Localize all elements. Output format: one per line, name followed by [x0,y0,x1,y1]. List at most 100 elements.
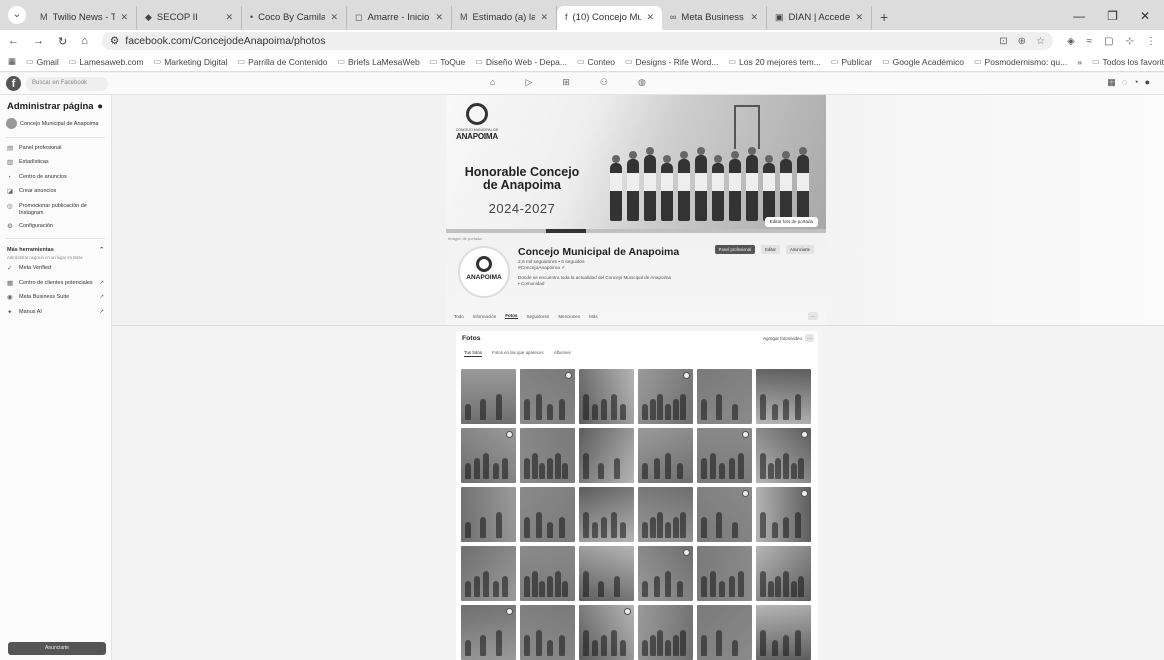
bookmark-item[interactable]: ▭ Parrilla de Contenido [238,57,328,67]
browser-menu-icon[interactable]: ⋮ [1146,36,1156,47]
notifications-icon[interactable]: ◔ [1133,77,1138,88]
home-icon[interactable]: ⌂ [81,35,88,47]
add-photos-link[interactable]: Agregar fotos/video [763,336,802,341]
bookmark-item[interactable]: ▭ Google Académico [882,57,964,67]
photo-thumbnail[interactable] [756,605,811,660]
forward-icon[interactable]: → [33,35,44,47]
tab-5[interactable]: Más [589,314,598,319]
photo-thumbnail[interactable] [461,487,516,542]
photo-thumbnail[interactable] [756,428,811,483]
bookmark-item[interactable]: ▭ Los 20 mejores tem... [728,57,820,67]
bookmark-star-icon[interactable]: ☆ [1036,36,1045,47]
browser-tab[interactable]: f (10) Concejo Municipal de ✕ [557,6,662,30]
bookmark-item[interactable]: ▭ Conteo [577,57,615,67]
bookmark-item[interactable]: ▭ Diseño Web - Depa... [475,57,567,67]
side-panel-icon[interactable]: ▢ [1104,36,1113,47]
bookmark-item[interactable]: ▭ Posmodernismo: qu... [974,57,1067,67]
bookmark-item[interactable]: ▭ Lamesaweb.com [69,57,144,67]
tab-4[interactable]: Menciones [558,314,580,319]
url-field[interactable]: ⚙ facebook.com/ConcejodeAnapoima/photos … [101,32,1053,50]
sidebar-item[interactable]: ✓ Meta Verified [0,262,111,276]
tab-1[interactable]: Información [473,314,497,319]
follower-stats[interactable]: 2,6 mil seguidores • 6 seguidos [518,260,584,265]
photo-thumbnail[interactable] [697,369,752,424]
close-tab-icon[interactable]: ✕ [855,12,863,23]
tab-search-icon[interactable]: ⌄ [8,6,26,24]
photo-thumbnail[interactable] [638,546,693,601]
photo-thumbnail[interactable] [520,605,575,660]
facebook-search-input[interactable]: Buscar en Facebook [26,77,108,91]
photos-tab[interactable]: Fotos en las que apareces [492,350,544,357]
browser-tab[interactable]: M Estimado (a) lamesaweb ✕ [452,6,557,30]
messenger-icon[interactable]: ◌ [1122,77,1127,88]
tab-3[interactable]: Seguidores [527,314,550,319]
marketplace-nav-icon[interactable]: ⊞ [562,77,570,88]
photo-thumbnail[interactable] [461,546,516,601]
cover-photo[interactable]: CONCEJO MUNICIPAL DE ANAPOIMA Honorable … [446,95,826,233]
photo-thumbnail[interactable] [520,546,575,601]
all-bookmarks-folder[interactable]: ▭Todos los favoritos [1092,57,1164,67]
sidebar-item[interactable]: ◉ Meta Business Suite ↗ [0,291,111,305]
photo-thumbnail[interactable] [697,605,752,660]
browser-tab[interactable]: ▣ DIAN | Acceder ✕ [767,6,872,30]
translate-icon[interactable]: ⊡ [999,36,1007,47]
photo-thumbnail[interactable] [638,487,693,542]
browser-tab[interactable]: ◻ Amarre - Inicio - Shopify ✕ [347,6,452,30]
gaming-nav-icon[interactable]: ◍ [638,77,646,88]
promote-button[interactable]: Anunciarte [8,642,106,655]
photos-more-icon[interactable]: … [805,334,814,342]
browser-tab[interactable]: M Twilio News - Tu newsletter ✕ [32,6,137,30]
photo-thumbnail[interactable] [638,428,693,483]
sidebar-item[interactable]: ⚙ Configuración [0,220,111,234]
photo-thumbnail[interactable] [461,369,516,424]
photo-thumbnail[interactable] [579,487,634,542]
photo-thumbnail[interactable] [579,428,634,483]
photos-tab[interactable]: Tus fotos [464,350,482,357]
photo-thumbnail[interactable] [461,605,516,660]
facebook-logo-icon[interactable]: f [6,76,21,91]
new-tab-button[interactable]: + [872,9,896,30]
sidebar-settings-icon[interactable]: ● [97,101,103,112]
photo-thumbnail[interactable] [520,428,575,483]
close-tab-icon[interactable]: ✕ [540,12,548,23]
photo-thumbnail[interactable] [697,428,752,483]
bookmark-item[interactable]: ▭ Marketing Digital [154,57,228,67]
more-options-icon[interactable]: … [808,312,818,320]
sidebar-item[interactable]: ▦ Centro de clientes potenciales ↗ [0,277,111,291]
browser-tab[interactable]: ◆ SECOP II ✕ [137,6,242,30]
sidebar-item[interactable]: ◔ Centro de anuncios [0,171,111,185]
groups-nav-icon[interactable]: ⚇ [600,77,608,88]
advertise-button[interactable]: Anunciarte [785,245,814,254]
sidebar-item[interactable]: ◎ Promocionar publicación de Instagram [0,200,111,220]
chevron-up-icon[interactable]: ⌃ [99,247,104,253]
photos-tab[interactable]: Álbumes [554,350,571,357]
photo-thumbnail[interactable] [697,546,752,601]
sidebar-page-switcher[interactable]: Concejo Municipal de Anapoima [0,114,111,133]
restore-icon[interactable]: ❐ [1107,9,1118,23]
bookmark-item[interactable]: ▭ ToQue [430,57,466,67]
photo-thumbnail[interactable] [756,487,811,542]
photo-thumbnail[interactable] [461,428,516,483]
photo-thumbnail[interactable] [520,369,575,424]
more-tools-header[interactable]: Más herramientas ⌃ [0,243,111,255]
photo-thumbnail[interactable] [638,369,693,424]
menu-grid-icon[interactable]: ▦ [1107,77,1116,88]
account-avatar[interactable]: ● [1145,77,1150,88]
tab-0[interactable]: Todo [454,314,464,319]
browser-tab[interactable]: ∞ Meta Business Suite ✕ [662,6,767,30]
bookmark-item[interactable]: ▭ Gmail [26,57,59,67]
close-tab-icon[interactable]: ✕ [646,12,654,23]
minimize-icon[interactable]: — [1073,9,1085,23]
home-nav-icon[interactable]: ⌂ [490,77,495,88]
profile-icon[interactable]: ⊹ [1126,36,1134,47]
bookmark-item[interactable]: ▭ Briefs LaMesaWeb [337,57,419,67]
photo-thumbnail[interactable] [697,487,752,542]
photo-thumbnail[interactable] [756,369,811,424]
photo-thumbnail[interactable] [638,605,693,660]
close-tab-icon[interactable]: ✕ [225,12,233,23]
more-bookmarks-icon[interactable]: » [1077,57,1082,67]
edit-page-button[interactable]: Editar [761,245,780,254]
bookmark-item[interactable]: ▭ Designs - Rife Word... [625,57,719,67]
close-tab-icon[interactable]: ✕ [330,12,338,23]
sidebar-item[interactable]: ▥ Estadísticas [0,156,111,170]
